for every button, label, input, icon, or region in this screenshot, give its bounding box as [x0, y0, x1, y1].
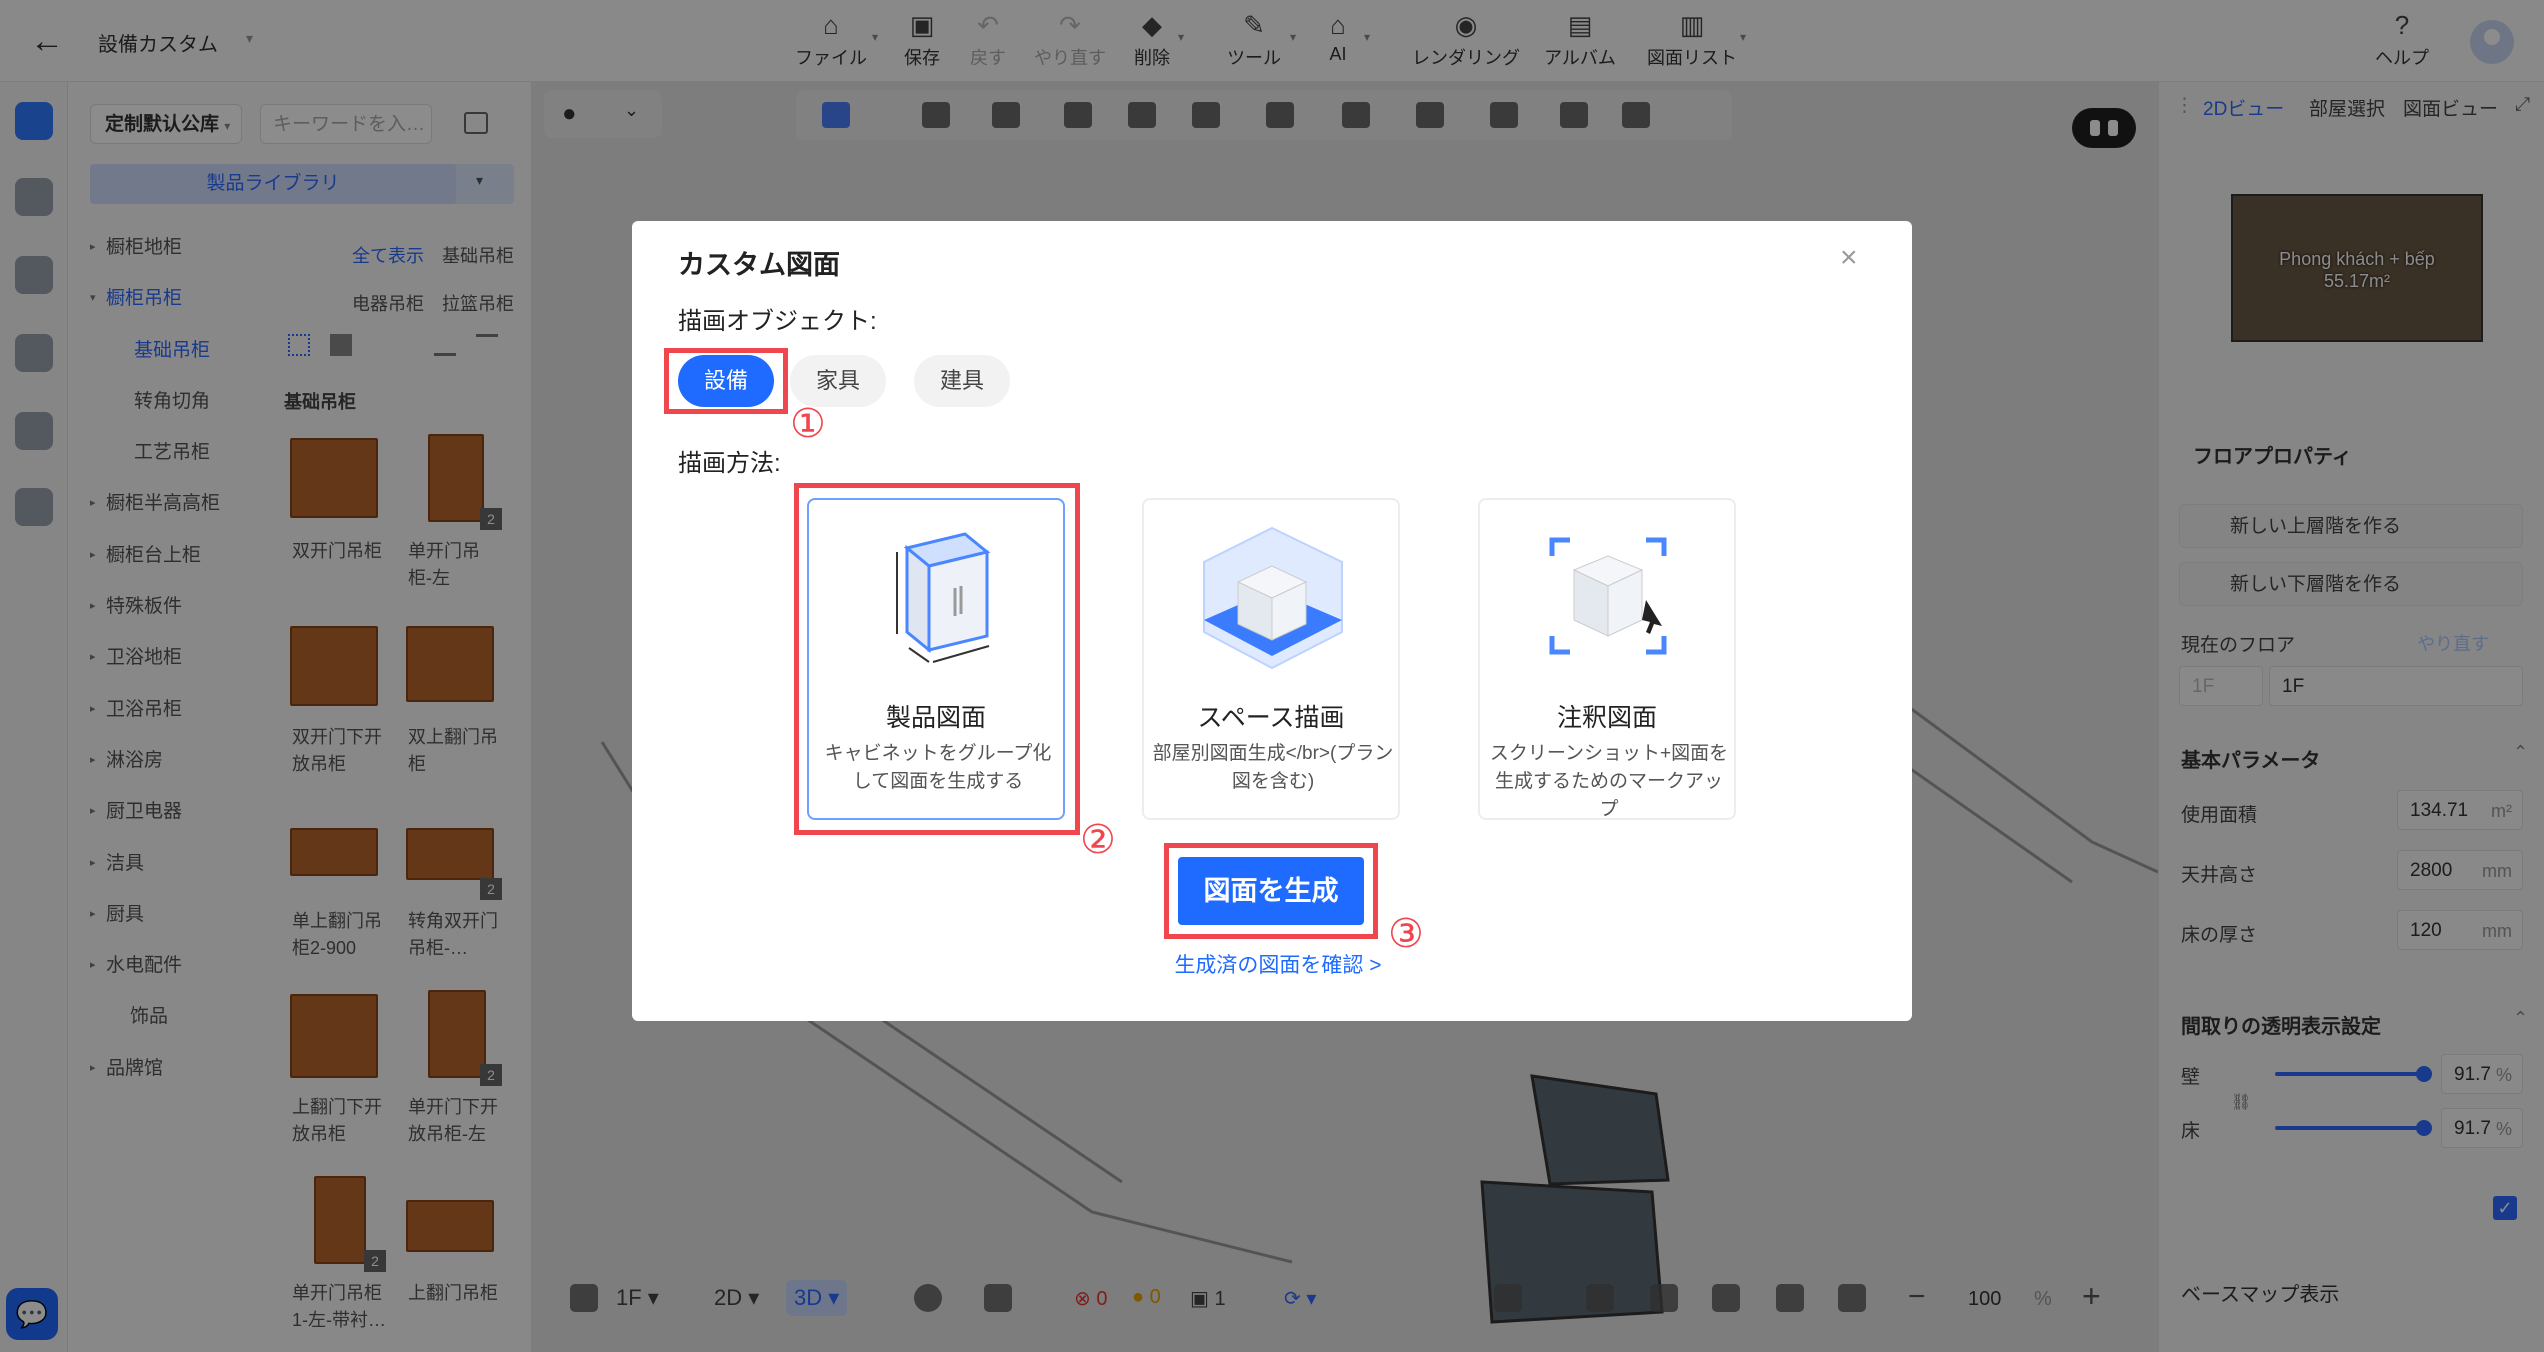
space-cube-icon	[1203, 526, 1343, 670]
close-icon[interactable]: ×	[1840, 241, 1858, 275]
step-2-marker: ②	[1080, 818, 1116, 862]
dialog-title: カスタム図面	[678, 250, 840, 280]
object-furniture-button[interactable]: 家具	[790, 355, 887, 407]
method-annotation-drawing[interactable]: 注釈図面 スクリーンショット+図面を生成するためのマークアップ	[1478, 498, 1736, 820]
method-desc: キャビネットをグループ化して図面を生成する	[824, 743, 1052, 792]
app-root: ← 設備カスタム ▾ ⌂ ファイル ▾ ▣ 保存 ↶ 戻す ↷ やり直す ◆ 削除 ▾ ✎…	[0, 0, 2544, 1352]
method-desc: スクリーンショット+図面を生成するためのマークアップ	[1489, 743, 1729, 820]
object-fixture-button[interactable]: 建具	[914, 355, 1011, 407]
method-title: 製品図面	[885, 704, 986, 732]
view-generated-link[interactable]: 生成済の図面を確認 >	[1158, 949, 1398, 979]
step-1-marker: ①	[790, 402, 826, 446]
generate-drawing-button[interactable]: 図面を生成	[1178, 857, 1364, 925]
method-title: スペース描画	[1197, 704, 1345, 732]
method-product-drawing[interactable]: 製品図面 キャビネットをグループ化して図面を生成する	[807, 498, 1065, 820]
method-title: 注釈図面	[1556, 704, 1657, 732]
cabinet-dimension-icon	[896, 532, 991, 663]
object-label: 描画オブジェクト:	[678, 308, 877, 335]
method-label: 描画方法:	[678, 450, 781, 477]
method-space-drawing[interactable]: スペース描画 部屋別図面生成</br>(プラン図を含む)	[1142, 498, 1400, 820]
custom-drawing-dialog: カスタム図面 × 描画オブジェクト: 設備 家具 建具 ① 描画方法: 製品図面…	[632, 221, 1912, 1021]
object-equipment-button[interactable]: 設備	[678, 355, 775, 407]
method-desc: 部屋別図面生成</br>(プラン図を含む)	[1152, 743, 1394, 792]
annotation-frame-icon	[1549, 537, 1667, 655]
